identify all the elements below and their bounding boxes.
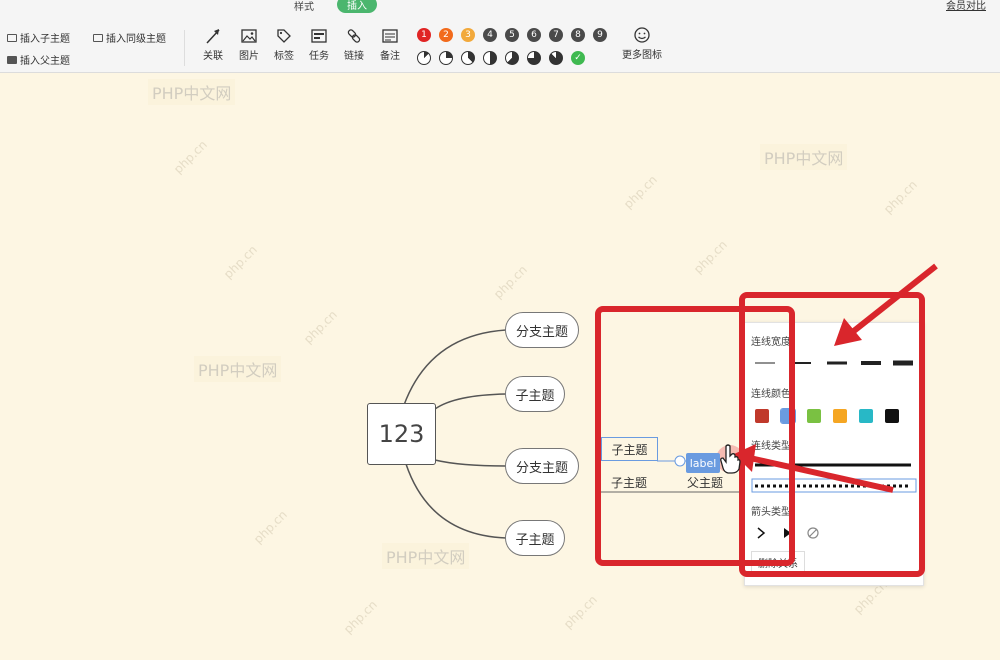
hand-cursor-icon	[720, 444, 741, 474]
red-annotation-arrows	[734, 263, 938, 493]
